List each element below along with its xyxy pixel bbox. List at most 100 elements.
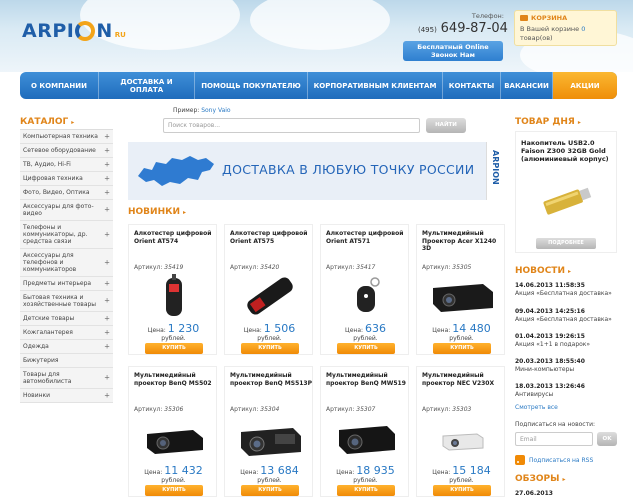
product-card[interactable]: Мультимедийный Проектор Acer X1240 3D Ар… — [416, 224, 505, 355]
catalog-item[interactable]: Компьютерная техника + — [20, 130, 113, 144]
catalog-item[interactable]: Товары для автомобилиста + — [20, 368, 113, 389]
product-of-day-name[interactable]: Накопитель USB2.0 Faison Z300 32GB Gold … — [521, 139, 615, 163]
plus-icon[interactable]: + — [104, 259, 110, 266]
plus-icon[interactable]: + — [104, 231, 110, 238]
all-news-link[interactable]: Смотреть все — [515, 404, 558, 411]
email-field[interactable]: Email — [515, 432, 593, 446]
cart-count-link[interactable]: 0 — [581, 25, 585, 33]
catalog-item[interactable]: Детские товары + — [20, 312, 113, 326]
nav-item-promotions[interactable]: АКЦИИ — [553, 72, 617, 99]
product-card[interactable]: Алкотестер цифровой Orient AT574 Артикул… — [128, 224, 217, 355]
subscribe-button[interactable]: OK — [597, 432, 617, 446]
news-text[interactable]: Мини-компьютеры — [515, 366, 574, 373]
cart-box[interactable]: КОРЗИНА В Вашей корзине 0 товар(ов) — [514, 10, 617, 46]
news-item[interactable]: 20.03.2013 18:55:40 Мини-компьютеры — [515, 358, 617, 373]
catalog-item[interactable]: Сетевое оборудование + — [20, 144, 113, 158]
plus-icon[interactable]: + — [104, 297, 110, 305]
search-example-link[interactable]: Sony Vaio — [201, 107, 230, 114]
buy-button[interactable]: КУПИТЬ — [241, 343, 299, 354]
site-logo[interactable]: ARPI N RU — [22, 18, 126, 44]
news-item[interactable]: 09.04.2013 14:25:16 Акция «Бесплатная дос… — [515, 308, 617, 323]
catalog-item[interactable]: Новинки + — [20, 389, 113, 403]
projector-icon — [339, 426, 395, 454]
product-card[interactable]: Алкотестер цифровой Orient AT575 Артикул… — [224, 224, 313, 355]
buy-button[interactable]: КУПИТЬ — [433, 343, 491, 354]
plus-icon[interactable]: + — [104, 206, 110, 214]
product-article: Артикул: 35306 — [134, 406, 183, 413]
buy-button[interactable]: КУПИТЬ — [145, 343, 203, 354]
nav-item-corporate[interactable]: КОРПОРАТИВНЫМ КЛИЕНТАМ — [308, 72, 443, 99]
catalog-item[interactable]: Телефоны и коммуникаторы, др. средства с… — [20, 221, 113, 249]
news-item[interactable]: 14.06.2013 11:58:35 Акция «Бесплатная дос… — [515, 282, 617, 297]
plus-icon[interactable]: + — [104, 189, 110, 196]
catalog-item[interactable]: Кожгалантерея + — [20, 326, 113, 340]
news-item[interactable]: 18.03.2013 13:26:46 Антивирусы — [515, 383, 617, 398]
product-name[interactable]: Мультимедийный Проектор Acer X1240 3D — [422, 230, 504, 253]
plus-icon[interactable]: + — [104, 315, 110, 322]
product-card[interactable]: Мультимедийный проектор BenQ MS513P Арти… — [224, 366, 313, 497]
reviews-title[interactable]: ОБЗОРЫ ▸ — [515, 474, 566, 484]
catalog-item[interactable]: Аксессуары для фото-видео + — [20, 200, 113, 221]
buy-button[interactable]: КУПИТЬ — [433, 485, 491, 496]
product-name[interactable]: Алкотестер цифровой Orient AT574 — [134, 230, 216, 245]
arrow-right-icon: ▸ — [562, 476, 566, 483]
buy-button[interactable]: КУПИТЬ — [337, 343, 395, 354]
details-button[interactable]: ПОДРОБНЕЕ — [536, 238, 596, 249]
product-name[interactable]: Алкотестер цифровой Orient AT575 — [230, 230, 312, 245]
projector-icon — [433, 284, 493, 312]
catalog-title[interactable]: КАТАЛОГ ▸ — [20, 117, 74, 127]
cart-icon — [520, 15, 528, 21]
news-text[interactable]: Акция «1+1 в подарок» — [515, 341, 590, 348]
product-card[interactable]: Алкотестер цифровой Orient AT571 Артикул… — [320, 224, 409, 355]
news-text[interactable]: Антивирусы — [515, 391, 553, 398]
cart-text-after: товар(ов) — [520, 34, 553, 42]
nav-item-help[interactable]: ПОМОЩЬ ПОКУПАТЕЛЮ — [195, 72, 308, 99]
plus-icon[interactable]: + — [104, 147, 110, 154]
new-products-title[interactable]: НОВИНКИ ▸ — [128, 207, 186, 217]
plus-icon[interactable]: + — [104, 329, 110, 336]
catalog-item[interactable]: Бытовая техника и хозяйственные товары + — [20, 291, 113, 312]
plus-icon[interactable]: + — [104, 374, 110, 382]
product-name[interactable]: Алкотестер цифровой Orient AT571 — [326, 230, 408, 245]
product-card[interactable]: Мультимедийный проектор BenQ MW519 Артик… — [320, 366, 409, 497]
article-number: 35419 — [164, 264, 184, 271]
plus-icon[interactable]: + — [104, 343, 110, 350]
product-name[interactable]: Мультимедийный проектор BenQ MS502 — [134, 372, 216, 387]
product-card[interactable]: Мультимедийный проектор NEC V230X Артику… — [416, 366, 505, 497]
buy-button[interactable]: КУПИТЬ — [145, 485, 203, 496]
catalog-item[interactable]: Одежда + — [20, 340, 113, 354]
catalog-item[interactable]: ТВ, Аудио, Hi-Fi + — [20, 158, 113, 172]
search-button[interactable]: НАЙТИ — [426, 118, 466, 133]
callback-button[interactable]: Бесплатный Online Звонок Нам — [403, 41, 503, 61]
nav-item-delivery[interactable]: ДОСТАВКА И ОПЛАТА — [99, 72, 195, 99]
news-text[interactable]: Акция «Бесплатная доставка» — [515, 290, 612, 297]
product-name[interactable]: Мультимедийный проектор NEC V230X — [422, 372, 504, 387]
plus-icon[interactable]: + — [104, 133, 110, 140]
rss-label[interactable]: Подписаться на RSS — [529, 457, 593, 464]
delivery-banner[interactable]: ДОСТАВКА В ЛЮБУЮ ТОЧКУ РОССИИ ARPION — [128, 142, 506, 200]
product-card[interactable]: Мультимедийный проектор BenQ MS502 Артик… — [128, 366, 217, 497]
news-item[interactable]: 01.04.2013 19:26:15 Акция «1+1 в подарок» — [515, 333, 617, 348]
nav-item-about[interactable]: О КОМПАНИИ — [20, 72, 99, 99]
catalog-item[interactable]: Цифровая техника + — [20, 172, 113, 186]
catalog-item[interactable]: Бижутерия — [20, 354, 113, 368]
plus-icon[interactable]: + — [104, 175, 110, 182]
buy-button[interactable]: КУПИТЬ — [337, 485, 395, 496]
product-of-day-card[interactable]: Накопитель USB2.0 Faison Z300 32GB Gold … — [515, 131, 617, 253]
plus-icon[interactable]: + — [104, 161, 110, 168]
news-title[interactable]: НОВОСТИ ▸ — [515, 266, 571, 276]
search-input[interactable]: Поиск товаров... — [163, 118, 420, 133]
news-text[interactable]: Акция «Бесплатная доставка» — [515, 316, 612, 323]
plus-icon[interactable]: + — [104, 280, 110, 287]
nav-item-contacts[interactable]: КОНТАКТЫ — [443, 72, 501, 99]
catalog-item[interactable]: Аксессуары для телефонов и коммуникаторо… — [20, 249, 113, 277]
catalog-item[interactable]: Предметы интерьера + — [20, 277, 113, 291]
nav-item-vacancies[interactable]: ВАКАНСИИ — [501, 72, 553, 99]
product-name[interactable]: Мультимедийный проектор BenQ MW519 — [326, 372, 408, 387]
catalog-item[interactable]: Фото, Видео, Оптика + — [20, 186, 113, 200]
article-number: 35307 — [356, 406, 376, 413]
product-name[interactable]: Мультимедийный проектор BenQ MS513P — [230, 372, 312, 387]
rss-link[interactable]: Подписаться на RSS — [515, 455, 593, 465]
plus-icon[interactable]: + — [104, 392, 110, 399]
buy-button[interactable]: КУПИТЬ — [241, 485, 299, 496]
